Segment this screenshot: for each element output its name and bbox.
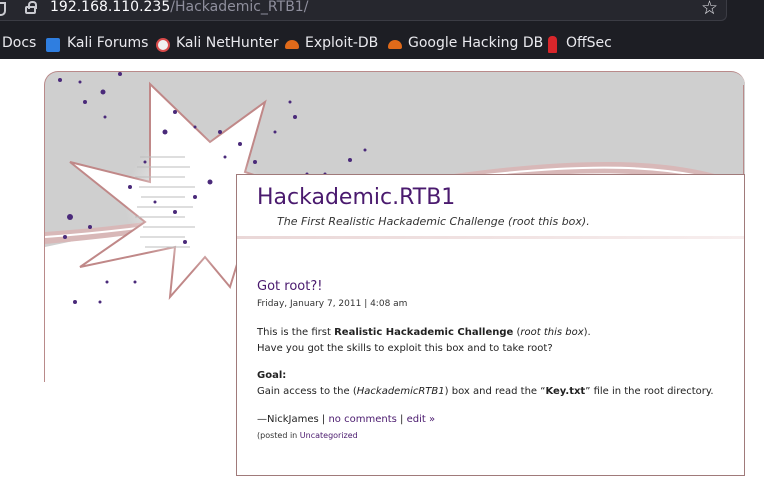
- bookmark-star-icon[interactable]: ☆: [701, 0, 718, 19]
- shield-icon[interactable]: [0, 2, 6, 16]
- bookmark-kali-nethunter[interactable]: Kali NetHunter: [176, 32, 278, 54]
- post-title[interactable]: Got root?!: [257, 279, 322, 294]
- site-title[interactable]: Hackademic.RTB1: [257, 185, 455, 210]
- post-category: (posted in Uncategorized: [257, 431, 358, 440]
- exploit-db-icon: [285, 40, 299, 49]
- web-page: Hackademic.RTB1 The First Realistic Hack…: [0, 59, 764, 479]
- site-description: The First Realistic Hackademic Challenge…: [277, 215, 590, 228]
- comments-link[interactable]: no comments: [328, 414, 396, 425]
- kali-forums-icon: [46, 38, 60, 52]
- browser-toolbar: 192.168.110.235/Hackademic_RTB1/ ☆ Docs …: [0, 0, 764, 59]
- post-meta: —NickJames | no comments | edit »: [257, 414, 436, 425]
- bookmark-docs[interactable]: Docs: [2, 32, 36, 54]
- bookmark-kali-forums[interactable]: Kali Forums: [67, 32, 148, 54]
- goal-text: Gain access to the (HackademicRTB1) box …: [257, 386, 714, 397]
- goal-label: Goal:: [257, 370, 287, 381]
- post-date: Friday, January 7, 2011 | 4:08 am: [257, 299, 408, 309]
- bookmark-offsec[interactable]: OffSec: [566, 32, 612, 54]
- url-text[interactable]: 192.168.110.235/Hackademic_RTB1/: [50, 0, 308, 15]
- header-border: [743, 85, 744, 175]
- ghdb-icon: [388, 40, 402, 49]
- header-divider: [237, 236, 744, 239]
- post-paragraph-2: Have you got the skills to exploit this …: [257, 343, 553, 354]
- edit-link[interactable]: edit »: [407, 414, 436, 425]
- address-bar[interactable]: 192.168.110.235/Hackademic_RTB1/ ☆: [0, 0, 727, 21]
- nethunter-icon: [156, 38, 170, 52]
- bookmark-google-hacking-db[interactable]: Google Hacking DB: [408, 32, 543, 54]
- author: —NickJames: [257, 414, 319, 425]
- offsec-icon: [548, 36, 557, 53]
- content-panel: Hackademic.RTB1 The First Realistic Hack…: [236, 174, 745, 476]
- post-paragraph-1: This is the first Realistic Hackademic C…: [257, 327, 591, 338]
- lock-icon[interactable]: [25, 1, 37, 14]
- category-link[interactable]: Uncategorized: [300, 431, 358, 440]
- bookmark-exploit-db[interactable]: Exploit-DB: [305, 32, 378, 54]
